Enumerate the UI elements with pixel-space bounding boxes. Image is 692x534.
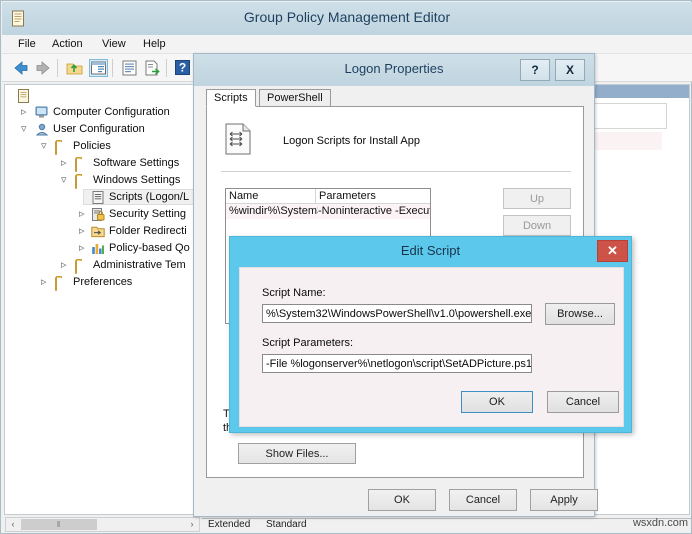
edit-script-cancel-button[interactable]: Cancel xyxy=(547,391,619,413)
scripts-list-header: Name Parameters xyxy=(226,189,430,204)
folder-icon xyxy=(55,276,69,291)
script-name-label: Script Name: xyxy=(262,287,326,299)
tree-item-security-settings-label: Security Setting xyxy=(109,208,187,220)
logon-properties-titlebar: Logon Properties ? X xyxy=(194,54,594,86)
chevron-right-icon[interactable] xyxy=(79,227,88,236)
tree-item-policies-label: Policies xyxy=(73,140,111,152)
edit-script-titlebar: Edit Script ✕ xyxy=(230,237,631,267)
tab-scripts[interactable]: Scripts xyxy=(206,89,256,107)
page-title: Group Policy Management Editor xyxy=(243,9,451,25)
logon-close-button[interactable]: X xyxy=(555,59,585,81)
qos-chart-icon xyxy=(91,242,105,255)
scripts-caption: Logon Scripts for Install App xyxy=(283,135,420,147)
export-list-icon[interactable] xyxy=(143,59,162,77)
tree-item-scripts-label: Scripts (Logon/L xyxy=(109,191,190,203)
table-row[interactable]: %windir%\System32\Wi... -Noninteractive … xyxy=(226,204,430,219)
tab-extended[interactable]: Extended xyxy=(208,519,250,530)
security-icon xyxy=(91,208,105,221)
logon-help-button[interactable]: ? xyxy=(520,59,550,81)
screenshot-root: Group Policy Management Editor File Acti… xyxy=(0,0,692,534)
toolbar-separator-2 xyxy=(112,59,113,77)
chevron-right-icon[interactable] xyxy=(61,261,70,270)
edit-script-ok-button[interactable]: OK xyxy=(461,391,533,413)
tree-item-user-configuration-label: User Configuration xyxy=(53,123,145,135)
scrollbar-thumb[interactable]: ‖ xyxy=(21,519,97,530)
chevron-right-icon[interactable] xyxy=(61,159,70,168)
watermark: wsxdn.com xyxy=(632,517,688,529)
folder-icon xyxy=(75,157,89,172)
scroll-left-icon[interactable]: ‹ xyxy=(6,518,20,531)
folder-icon xyxy=(75,259,89,274)
folder-redirection-icon xyxy=(91,225,105,238)
show-files-button[interactable]: Show Files... xyxy=(238,443,356,464)
help-icon[interactable]: ? xyxy=(174,59,193,77)
folder-icon xyxy=(55,140,69,155)
cell-script-name: %windir%\System32\Wi... xyxy=(229,205,318,217)
main-window-titlebar: Group Policy Management Editor xyxy=(2,2,692,35)
tree-item-folder-redirection-label: Folder Redirecti xyxy=(109,225,187,237)
menu-help[interactable]: Help xyxy=(141,38,168,50)
tree-item-software-settings-label: Software Settings xyxy=(93,157,180,169)
tree-item-windows-settings-label: Windows Settings xyxy=(93,174,181,186)
column-header-name[interactable]: Name xyxy=(226,189,315,204)
scroll-right-icon[interactable]: › xyxy=(185,518,199,531)
chevron-right-icon[interactable] xyxy=(41,278,50,287)
chevron-right-icon[interactable] xyxy=(79,210,88,219)
svg-text:?: ? xyxy=(179,61,186,75)
move-up-button[interactable]: Up xyxy=(503,188,571,209)
user-icon xyxy=(35,123,49,136)
menu-bar: File Action View Help xyxy=(2,35,692,54)
scripts-divider xyxy=(221,171,571,172)
logon-apply-button[interactable]: Apply xyxy=(530,489,598,511)
menu-view[interactable]: View xyxy=(100,38,128,50)
tab-powershell-scripts[interactable]: PowerShell Scripts xyxy=(259,89,331,121)
console-tree-pane: Computer Configuration User Configuratio… xyxy=(4,84,200,515)
menu-action[interactable]: Action xyxy=(50,38,85,50)
chevron-right-icon[interactable] xyxy=(79,244,88,253)
tree-item-administrative-templates-label: Administrative Tem xyxy=(93,259,186,271)
show-hide-console-tree-icon[interactable] xyxy=(89,59,108,77)
computer-icon xyxy=(35,106,49,119)
edit-script-dialog: Edit Script ✕ Script Name: %\System32\Wi… xyxy=(229,236,632,433)
move-down-button[interactable]: Down xyxy=(503,215,571,236)
edit-script-title: Edit Script xyxy=(400,243,461,258)
toolbar-separator-1 xyxy=(57,59,58,77)
script-document-icon xyxy=(225,123,251,155)
chevron-right-icon[interactable] xyxy=(21,108,30,117)
tree-item-preferences-label: Preferences xyxy=(73,276,133,288)
browse-button[interactable]: Browse... xyxy=(545,303,615,325)
forward-icon[interactable] xyxy=(34,59,53,77)
script-parameters-label: Script Parameters: xyxy=(262,337,354,349)
back-icon[interactable] xyxy=(11,59,30,77)
properties-icon[interactable] xyxy=(120,59,139,77)
close-icon[interactable]: ✕ xyxy=(597,240,628,262)
chevron-down-icon[interactable] xyxy=(21,125,30,134)
tree-horizontal-scrollbar[interactable]: ‹ ‖ › xyxy=(5,517,200,532)
menu-file[interactable]: File xyxy=(16,38,38,50)
tree-item-computer-configuration-label: Computer Configuration xyxy=(53,106,170,118)
up-one-level-icon[interactable] xyxy=(65,59,84,77)
column-header-parameters[interactable]: Parameters xyxy=(315,189,430,204)
chevron-down-icon[interactable] xyxy=(41,142,50,151)
toolbar-separator-3 xyxy=(166,59,167,77)
scripts-icon xyxy=(91,191,105,204)
script-parameters-input[interactable]: -File %logonserver%\netlogon\script\SetA… xyxy=(262,354,532,373)
chevron-down-icon[interactable] xyxy=(61,176,70,185)
tab-standard[interactable]: Standard xyxy=(266,519,307,530)
logon-ok-button[interactable]: OK xyxy=(368,489,436,511)
console-root-icon xyxy=(17,89,31,103)
cell-script-parameters: -Noninteractive -Executi... xyxy=(318,205,430,217)
script-name-input[interactable]: %\System32\WindowsPowerShell\v1.0\powers… xyxy=(262,304,532,323)
tree-item-policy-based-qos-label: Policy-based Qo xyxy=(109,242,190,254)
logon-cancel-button[interactable]: Cancel xyxy=(449,489,517,511)
edit-script-body: Script Name: %\System32\WindowsPowerShel… xyxy=(239,267,624,427)
folder-icon xyxy=(75,174,89,189)
